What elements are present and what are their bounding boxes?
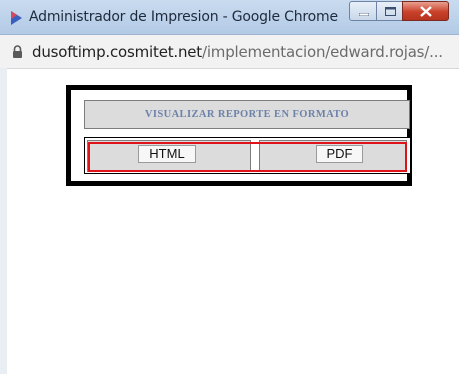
close-button[interactable] — [402, 1, 449, 21]
app-icon — [11, 11, 22, 25]
lock-icon — [13, 45, 22, 58]
title-bar[interactable]: Administrador de Impresion - Google Chro… — [0, 0, 459, 35]
minimize-button[interactable] — [349, 1, 377, 21]
format-heading-bar: VISUALIZAR REPORTE EN FORMATO — [84, 100, 410, 129]
url-text[interactable]: dusoftimp.cosmitet.net/implementacion/ed… — [32, 43, 443, 61]
maximize-button[interactable] — [376, 1, 403, 21]
window-left-edge — [0, 68, 7, 374]
minimize-icon — [359, 13, 369, 16]
format-heading: VISUALIZAR REPORTE EN FORMATO — [144, 109, 350, 120]
report-format-panel: VISUALIZAR REPORTE EN FORMATO HTML PDF — [66, 85, 412, 186]
pdf-button[interactable]: PDF — [316, 145, 363, 163]
url-host: dusoftimp.cosmitet.net — [32, 43, 202, 61]
close-icon — [420, 6, 432, 17]
browser-popup-window: Administrador de Impresion - Google Chro… — [0, 0, 459, 374]
address-bar[interactable]: dusoftimp.cosmitet.net/implementacion/ed… — [0, 35, 459, 69]
format-options-row: HTML PDF — [84, 137, 411, 174]
window-title: Administrador de Impresion - Google Chro… — [29, 9, 338, 25]
maximize-icon — [385, 7, 396, 16]
url-path: /implementacion/edward.rojas/... — [201, 43, 443, 61]
html-button[interactable]: HTML — [138, 145, 196, 163]
